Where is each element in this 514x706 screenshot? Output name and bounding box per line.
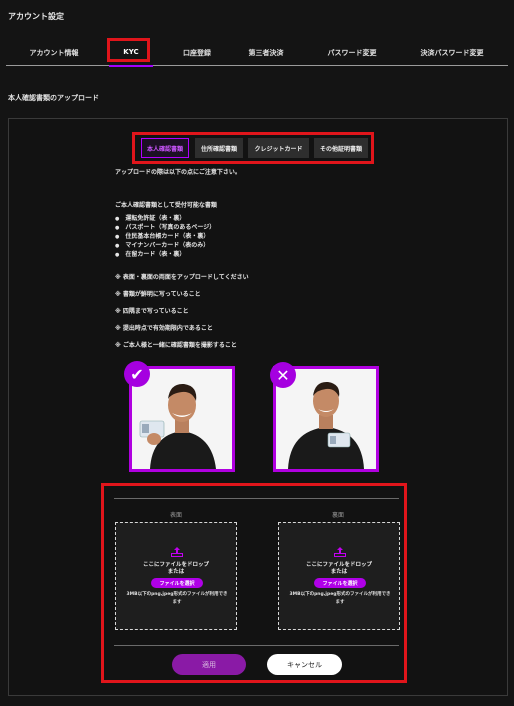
- tab-password-change[interactable]: パスワード変更: [328, 48, 377, 58]
- note-item: ※ 書類が鮮明に写っていること: [115, 291, 201, 298]
- file-size-note: 3MB以下のpng,jpeg形式のファイルが利用できます: [289, 592, 391, 605]
- back-side-label: 裏面: [331, 512, 345, 519]
- accepted-heading: ご本人確認書類として受付可能な書類: [115, 202, 217, 209]
- list-item: 在留カード（表・裏）: [115, 249, 185, 258]
- cancel-button[interactable]: キャンセル: [267, 654, 342, 675]
- doc-tab-address[interactable]: 住所確認書類: [195, 138, 243, 158]
- account-tabs: アカウント情報 KYC 口座登録 第三者決済 パスワード変更 決済パスワード変更: [6, 44, 508, 67]
- back-dropzone[interactable]: ここにファイルをドロップ または ファイルを選択 3MB以下のpng,jpeg形…: [278, 522, 400, 630]
- page-title: アカウント設定: [8, 12, 64, 21]
- active-tab-indicator: [109, 65, 153, 67]
- doc-tab-identity[interactable]: 本人確認書類: [141, 138, 189, 158]
- note-item: ※ 提出時点で有効期限内であること: [115, 325, 213, 332]
- list-item: 住民基本台帳カード（表・裏）: [115, 231, 209, 240]
- kyc-tab-highlight: [107, 38, 150, 62]
- intro-text: アップロードの際は以下の点にご注意下さい。: [115, 169, 241, 176]
- tab-account-info[interactable]: アカウント情報: [30, 48, 79, 58]
- divider: [114, 645, 399, 646]
- note-item: ※ 四隅まで写っていること: [115, 308, 189, 315]
- tab-payment-password-change[interactable]: 決済パスワード変更: [421, 48, 484, 58]
- cross-icon: ✕: [270, 362, 296, 388]
- doc-tab-other[interactable]: その他証明書類: [314, 138, 368, 158]
- list-item: 運転免許証（表・裏）: [115, 213, 185, 222]
- file-size-note: 3MB以下のpng,jpeg形式のファイルが利用できます: [126, 592, 228, 605]
- note-item: ※ ご本人様と一緒に確認書類を撮影すること: [115, 342, 237, 349]
- tab-bank-registration[interactable]: 口座登録: [183, 48, 211, 58]
- or-text: または: [167, 569, 185, 575]
- section-title: 本人確認書類のアップロード: [8, 94, 99, 102]
- front-dropzone[interactable]: ここにファイルをドロップ または ファイルを選択 3MB以下のpng,jpeg形…: [115, 522, 237, 630]
- tab-third-party-payment[interactable]: 第三者決済: [249, 48, 284, 58]
- divider: [114, 498, 399, 499]
- person-with-id-illustration: [132, 369, 232, 469]
- list-item: パスポート（写真のあるページ）: [115, 222, 215, 231]
- apply-button[interactable]: 適用: [172, 654, 246, 675]
- upload-icon: [171, 547, 183, 557]
- select-file-button[interactable]: ファイルを選択: [151, 578, 203, 588]
- note-item: ※ 表面・裏面の両面をアップロードしてください: [115, 274, 249, 281]
- select-file-button[interactable]: ファイルを選択: [314, 578, 366, 588]
- doc-tab-credit-card[interactable]: クレジットカード: [248, 138, 309, 158]
- list-item: マイナンバーカード（表のみ）: [115, 240, 209, 249]
- or-text: または: [330, 569, 348, 575]
- upload-icon: [334, 547, 346, 557]
- checkmark-icon: ✔: [124, 361, 150, 387]
- front-side-label: 表面: [169, 512, 183, 519]
